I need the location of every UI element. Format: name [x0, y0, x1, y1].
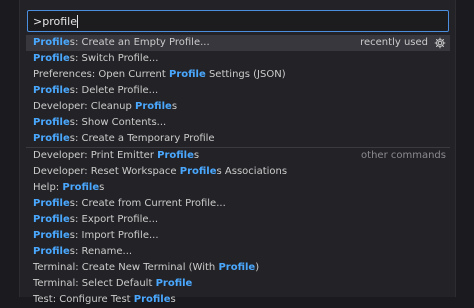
command-text: s: Show Contents... — [69, 117, 167, 128]
command-input[interactable] — [28, 11, 448, 31]
command-palette: Profiles: Create an Empty Profile...rece… — [19, 0, 456, 305]
match-highlight: Profile — [33, 37, 70, 48]
match-highlight: Profile — [33, 117, 70, 128]
command-text: s: Create an Empty Profile... — [69, 37, 210, 48]
command-item[interactable]: Developer: Cleanup Profiles — [26, 99, 450, 115]
match-highlight: Profile — [157, 150, 194, 161]
command-item[interactable]: Profiles: Rename... — [26, 244, 450, 260]
gear-icon[interactable] — [434, 37, 446, 49]
command-item[interactable]: Profiles: Create from Current Profile... — [26, 196, 450, 212]
command-item[interactable]: Developer: Reset Workspace Profiles Asso… — [26, 164, 450, 180]
command-text: s: Import Profile... — [69, 230, 159, 241]
match-highlight: Profile — [33, 198, 70, 209]
command-text: Settings (JSON) — [205, 69, 286, 80]
command-list: Profiles: Create an Empty Profile... rece… — [26, 35, 450, 308]
command-text: s: Create a Temporary Profile — [69, 133, 215, 144]
command-text: s: Rename... — [69, 246, 133, 257]
command-text: s: Create from Current Profile... — [69, 198, 226, 209]
group-label-text: recently used — [360, 37, 428, 48]
match-highlight: Profile — [135, 101, 172, 112]
text-caret — [77, 15, 78, 28]
command-text: s: Delete Profile... — [69, 85, 159, 96]
match-highlight: Profile — [155, 278, 193, 289]
command-item[interactable]: Terminal: Create New Terminal (With Prof… — [26, 260, 450, 276]
command-text: Developer: Cleanup — [33, 101, 136, 112]
group-label: recently used — [360, 35, 446, 51]
command-text: s — [170, 294, 176, 305]
match-highlight: Profile — [179, 166, 217, 177]
command-text: s — [171, 101, 178, 112]
command-text: Preferences: Open Current — [33, 69, 169, 80]
command-item[interactable]: Profiles: Switch Profile... — [26, 51, 450, 67]
match-highlight: Profile — [33, 53, 70, 64]
command-text: s — [193, 150, 200, 161]
command-text: Help: — [33, 182, 63, 193]
match-highlight: Profile — [33, 133, 70, 144]
command-item[interactable]: Profiles: Delete Profile... — [26, 83, 450, 99]
command-text: ) — [255, 262, 260, 273]
command-item[interactable]: Preferences: Open Current Profile Settin… — [26, 67, 450, 83]
group-label-text: other commands — [361, 150, 446, 161]
command-item[interactable]: Profiles: Export Profile... — [26, 212, 450, 228]
command-text: Terminal: Create New Terminal (With — [33, 262, 219, 273]
match-highlight: Profile — [33, 246, 70, 257]
command-item[interactable]: Terminal: Select Default Profile — [26, 276, 450, 292]
match-highlight: Profile — [33, 85, 70, 96]
command-text: s — [99, 182, 105, 193]
command-item[interactable]: Profiles: Show Contents... — [26, 115, 450, 131]
command-text: s: Export Profile... — [69, 214, 159, 225]
command-item[interactable]: Test: Configure Test Profiles — [26, 292, 450, 308]
match-highlight: Profile — [133, 294, 171, 305]
command-text: Developer: Reset Workspace — [33, 166, 180, 177]
command-item[interactable]: Developer: Print Emitter Profiles other c… — [26, 147, 450, 164]
command-text: Developer: Print Emitter — [33, 150, 158, 161]
command-text: Test: Configure Test — [33, 294, 134, 305]
match-highlight: Profile — [33, 214, 70, 225]
command-item[interactable]: Profiles: Create a Temporary Profile — [26, 131, 450, 147]
command-input-box[interactable] — [27, 10, 449, 32]
match-highlight: Profile — [33, 230, 70, 241]
match-highlight: Profile — [218, 262, 256, 273]
match-highlight: Profile — [62, 182, 100, 193]
command-text: s Associations — [216, 166, 288, 177]
match-highlight: Profile — [169, 69, 206, 80]
command-text: s: Switch Profile... — [69, 53, 159, 64]
command-item[interactable]: Help: Profiles — [26, 180, 450, 196]
command-item[interactable]: Profiles: Create an Empty Profile... rece… — [26, 35, 450, 51]
command-item[interactable]: Profiles: Import Profile... — [26, 228, 450, 244]
group-label: other commands — [361, 148, 446, 164]
command-text: Terminal: Select Default — [33, 278, 156, 289]
